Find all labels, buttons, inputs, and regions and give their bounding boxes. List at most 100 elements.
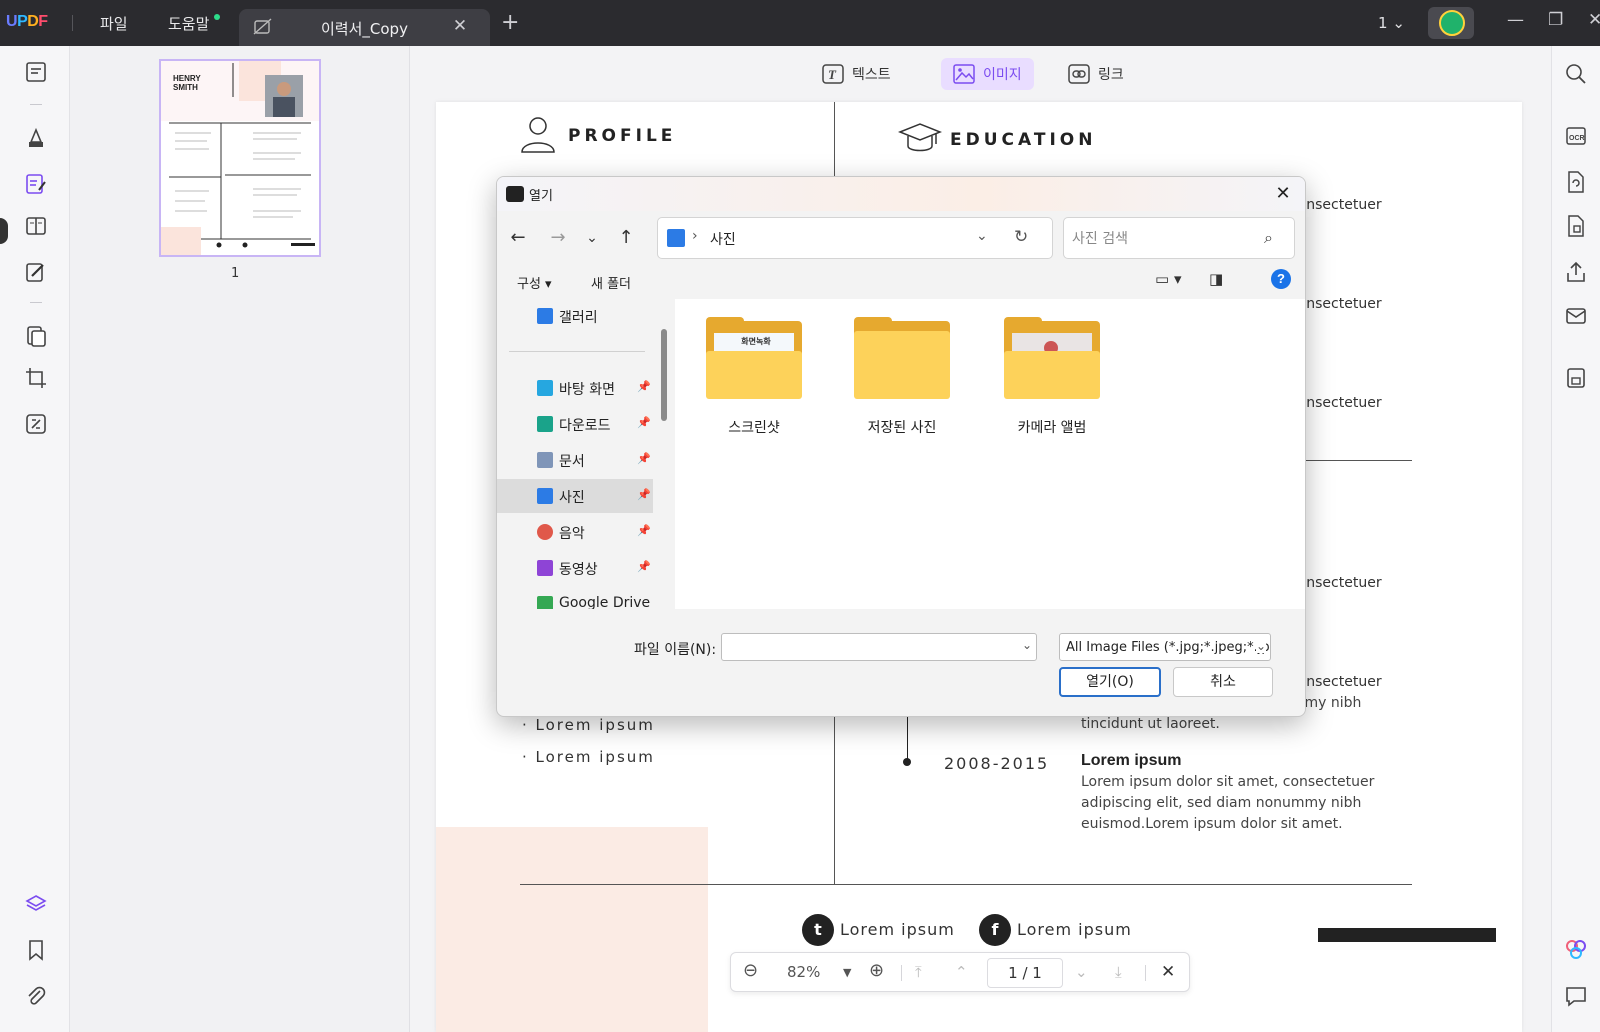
twitter-icon: t [802,914,834,946]
organize-menu[interactable]: 구성 ▾ [517,273,552,292]
nav-item-desktop[interactable]: 바탕 화면 📌 [497,371,653,405]
search-box[interactable]: ⌕ [1063,217,1295,259]
refresh-icon[interactable]: ↻ [1014,227,1028,247]
comment-icon[interactable] [1564,984,1588,1008]
nav-scrollbar[interactable] [661,329,667,421]
layers-icon[interactable] [24,892,48,916]
filename-history-chevron-icon[interactable]: ⌄ [1022,638,1032,652]
document-tab[interactable]: 이력서_Copy ✕ [239,9,490,46]
open-button[interactable]: 열기(O) [1059,667,1161,697]
search-icon[interactable] [1564,62,1588,86]
protect-icon[interactable] [1564,214,1588,238]
minimize-button[interactable]: — [1507,10,1524,30]
up-arrow-icon[interactable]: ↑ [613,225,639,251]
ocr-icon[interactable]: OCR [1564,124,1588,148]
zoom-dropdown-icon[interactable]: ▼ [843,966,851,979]
nav-item-label: Google Drive [559,595,651,609]
document-icon [537,452,553,468]
tab-title: 이력서_Copy [321,20,408,38]
download-icon [537,416,553,432]
convert-icon[interactable] [24,324,48,348]
edit-link-label: 링크 [1098,67,1124,83]
chevron-down-icon: ⌄ [1256,639,1267,653]
page-thumbnail[interactable]: HENRY SMITH [159,59,321,257]
edit-text-button[interactable]: T 텍스트 [810,58,903,90]
save-icon[interactable] [1564,366,1588,390]
new-folder-button[interactable]: 새 폴더 [591,273,631,292]
window-count-dropdown[interactable]: 1 ⌄ [1378,14,1405,32]
window-close-button[interactable]: ✕ [1588,10,1600,30]
nav-item-gallery[interactable]: 갤러리 [497,299,653,333]
video-icon [537,560,553,576]
pin-icon: 📌 [637,560,651,573]
attachment-icon[interactable] [24,984,48,1008]
ai-assistant-icon[interactable] [1564,938,1588,962]
convert-file-icon[interactable] [1564,170,1588,194]
thumbnail-panel: HENRY SMITH 1 [70,46,410,1032]
tab-close-button[interactable]: ✕ [449,15,471,37]
desktop-icon [537,380,553,396]
last-page-icon[interactable]: ⤓ [1115,963,1122,981]
preview-pane-icon[interactable]: ◨ [1209,270,1223,288]
view-mode-icon[interactable]: ▭ ▾ [1155,270,1181,288]
crop-icon[interactable] [24,366,48,390]
prev-page-icon[interactable]: ⌃ [955,963,968,981]
profile-heading: PROFILE [568,126,677,146]
search-input[interactable] [1072,229,1252,249]
menu-help[interactable]: 도움말 [168,13,209,34]
compress-icon[interactable] [24,412,48,436]
nav-item-google-drive[interactable]: Google Drive [497,587,653,609]
folder-screenshots[interactable]: 화면녹화 스크린샷 [689,317,819,437]
new-tab-button[interactable]: + [501,12,519,34]
menu-file[interactable]: 파일 [100,13,128,34]
folder-saved-pictures[interactable]: 저장된 사진 [837,317,967,437]
svg-text:HENRY: HENRY [173,74,201,83]
bookmark-icon[interactable] [24,938,48,962]
first-page-icon[interactable]: ⤒ [915,963,922,981]
filename-field[interactable]: ⌄ [721,633,1037,661]
help-icon[interactable]: ? [1271,269,1291,289]
close-zoombar-icon[interactable]: ✕ [1161,962,1175,982]
email-icon[interactable] [1564,304,1588,328]
folder-camera-roll[interactable]: 카메라 앨범 [987,317,1117,437]
forward-arrow-icon[interactable]: → [545,225,571,251]
rail-divider [30,104,42,105]
address-history-chevron-icon[interactable]: ⌄ [976,228,988,244]
nav-item-pictures[interactable]: 사진 📌 [497,479,653,513]
image-icon [953,64,975,84]
address-bar[interactable]: › 사진 ⌄ ↻ [657,217,1053,259]
footer-divider [520,884,1412,885]
recent-locations-icon[interactable]: ⌄ [579,225,605,251]
edit-link-button[interactable]: 링크 [1056,58,1136,90]
back-arrow-icon[interactable]: ← [505,225,531,251]
zoom-in-icon[interactable]: ⊕ [869,960,884,981]
pin-icon: 📌 [637,488,651,501]
fill-sign-icon[interactable] [24,260,48,284]
highlighter-icon[interactable] [24,126,48,150]
dialog-close-button[interactable]: ✕ [1269,180,1297,208]
next-page-icon[interactable]: ⌄ [1075,963,1088,981]
file-type-filter[interactable]: All Image Files (*.jpg;*.jpeg;*.jp ⌄ [1059,633,1271,661]
organize-pages-icon[interactable] [24,214,48,238]
breadcrumb-current[interactable]: 사진 [710,229,736,249]
file-type-filter-value: All Image Files (*.jpg;*.jpeg;*.jp [1066,640,1270,655]
nav-item-music[interactable]: 음악 📌 [497,515,653,549]
nav-item-documents[interactable]: 문서 📌 [497,443,653,477]
nav-item-downloads[interactable]: 다운로드 📌 [497,407,653,441]
updf-logo[interactable]: UPDF [6,13,48,31]
restore-button[interactable]: ❐ [1548,10,1563,30]
reader-icon[interactable] [24,60,48,84]
google-drive-icon [537,596,553,609]
page-number-field[interactable]: 1 / 1 [987,958,1063,988]
right-tool-rail: OCR [1551,46,1600,1032]
zoom-out-icon[interactable]: ⊖ [743,960,758,981]
thumbnail-page-number: 1 [231,266,240,281]
edit-image-button[interactable]: 이미지 [941,58,1034,90]
rail-collapse-handle[interactable] [0,218,8,244]
edit-pdf-icon[interactable] [24,172,48,196]
cancel-button[interactable]: 취소 [1173,667,1273,697]
nav-item-videos[interactable]: 동영상 📌 [497,551,653,585]
rail-divider [30,302,42,303]
share-icon[interactable] [1564,260,1588,284]
zoom-level[interactable]: 82% [787,963,820,981]
